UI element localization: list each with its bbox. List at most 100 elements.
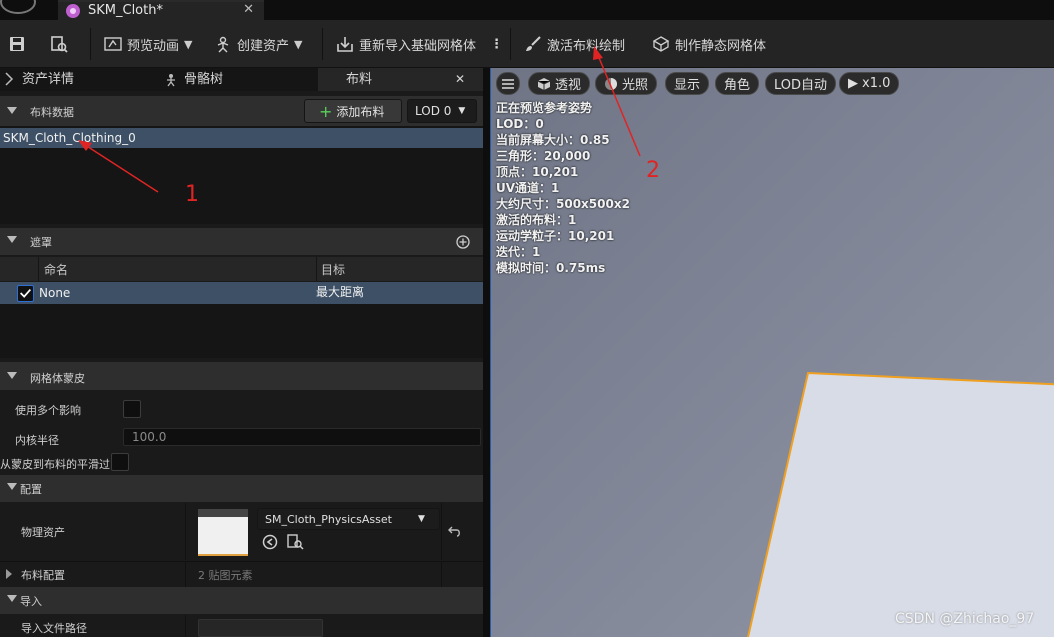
preview-animation-menu[interactable]: 预览动画 ▼ [104, 34, 192, 54]
lod-auto-label: LOD自动 [774, 78, 828, 93]
column-target-header[interactable]: 目标 [321, 261, 345, 278]
reset-arrow-icon[interactable] [448, 524, 462, 538]
lighting-button[interactable]: 光照 [595, 72, 658, 95]
cloth-config-label: 布料配置 [21, 569, 65, 582]
stats-line: 激活的布料：1 [496, 213, 577, 227]
import-title: 导入 [20, 595, 42, 608]
toolbar-divider [510, 28, 511, 60]
cloth-config-value: 2 贴图元素 [198, 569, 253, 582]
browse-button[interactable] [50, 34, 68, 54]
stats-line: 正在预览参考姿势 [496, 101, 593, 115]
create-asset-menu[interactable]: 创建资产 ▼ [214, 34, 302, 54]
use-selected-asset-icon[interactable] [262, 534, 278, 550]
make-static-mesh-button[interactable]: 制作静态网格体 [652, 34, 766, 54]
viewport-menu-button[interactable] [496, 72, 520, 95]
physics-asset-value: SM_Cloth_PhysicsAsset [265, 512, 392, 526]
mesh-skin-title: 网格体蒙皮 [30, 372, 85, 385]
masks-title: 遮罩 [30, 236, 52, 249]
smooth-skin-to-cloth-label: 从蒙皮到布料的平滑过 [0, 458, 110, 471]
close-icon[interactable]: ✕ [455, 68, 465, 91]
reimport-label: 重新导入基础网格体 [359, 38, 477, 54]
tab-cloth[interactable]: 布料 ✕ [318, 68, 483, 91]
lod-select[interactable]: LOD 0 ▼ [407, 99, 477, 123]
cloth-config-row[interactable]: 布料配置 2 贴图元素 [0, 561, 483, 587]
physics-asset-label: 物理资产 [21, 526, 65, 539]
masks-header[interactable]: 遮罩 [0, 228, 483, 255]
skeleton-icon [167, 74, 175, 87]
lod-auto-button[interactable]: LOD自动 [765, 72, 837, 95]
create-asset-label: 创建资产 [237, 38, 290, 54]
stats-line: 顶点：10,201 [496, 165, 579, 179]
viewport[interactable]: 透视 光照 显示 角色 LOD自动 ▶ x1.0 正在预览参考姿势 LOD：0 … [490, 68, 1054, 637]
kernel-radius-label: 内核半径 [15, 434, 59, 447]
title-tab-bar: SKM_Cloth* ✕ [0, 0, 1054, 20]
use-multiple-influences-checkbox[interactable] [123, 400, 141, 418]
column-divider [185, 503, 186, 560]
column-name-header[interactable]: 命名 [44, 261, 68, 278]
stats-line: 模拟时间：0.75ms [496, 261, 606, 275]
chevron-down-icon: ▼ [418, 514, 425, 524]
panel-tabs: 资产详情 骨骼树 布料 ✕ [0, 68, 483, 91]
save-button[interactable] [8, 34, 26, 54]
unreal-logo-icon[interactable] [0, 0, 36, 14]
tab-skeleton-tree[interactable]: 骨骼树 [184, 68, 223, 91]
stats-line: LOD：0 [496, 117, 544, 131]
paint-brush-icon [526, 36, 541, 51]
character-button[interactable]: 角色 [715, 72, 760, 95]
physics-asset-thumbnail[interactable] [198, 509, 248, 556]
stats-line: 迭代：1 [496, 245, 541, 259]
toolbar-divider [322, 28, 323, 60]
stats-line: 当前屏幕大小：0.85 [496, 133, 610, 147]
more-options-icon[interactable]: ⋮ [490, 34, 503, 54]
column-divider [185, 562, 186, 587]
chevron-down-icon: ▼ [184, 37, 193, 51]
column-divider [185, 615, 186, 637]
add-circle-icon[interactable] [456, 235, 470, 249]
thumbnail-strip [198, 509, 248, 517]
asset-tab[interactable]: SKM_Cloth* ✕ [58, 0, 264, 20]
perspective-button[interactable]: 透视 [528, 72, 591, 95]
smooth-skin-to-cloth-checkbox[interactable] [111, 453, 129, 471]
import-header[interactable]: 导入 [0, 587, 483, 614]
collapse-arrow-icon [7, 483, 17, 490]
column-divider [441, 503, 442, 560]
animation-icon [104, 37, 122, 51]
physics-asset-select[interactable]: SM_Cloth_PhysicsAsset ▼ [257, 508, 440, 530]
reimport-base-mesh-button[interactable]: 重新导入基础网格体 [336, 34, 476, 54]
column-divider [316, 257, 317, 281]
cloth-list-item[interactable]: SKM_Cloth_Clothing_0 [0, 128, 483, 148]
play-speed-button[interactable]: ▶ x1.0 [839, 72, 900, 95]
chevron-down-icon: ▼ [294, 37, 303, 51]
tab-asset-details[interactable]: 资产详情 [22, 68, 74, 91]
close-icon[interactable]: ✕ [243, 2, 254, 17]
browse-asset-icon[interactable] [287, 534, 304, 550]
cloth-data-header[interactable]: 布料数据 + 添加布料 LOD 0 ▼ [0, 96, 483, 126]
make-static-mesh-label: 制作静态网格体 [675, 38, 767, 54]
character-label: 角色 [724, 78, 751, 93]
config-header[interactable]: 配置 [0, 475, 483, 502]
annotation-label-1: 1 [185, 182, 199, 207]
import-path-label: 导入文件路径 [21, 622, 87, 635]
masks-list-empty [0, 304, 483, 358]
config-title: 配置 [20, 483, 42, 496]
mesh-skin-header[interactable]: 网格体蒙皮 [0, 362, 483, 390]
mask-name: None [39, 286, 71, 300]
cloth-data-title: 布料数据 [30, 106, 74, 119]
import-path-input[interactable] [198, 619, 323, 637]
chevron-down-icon: ▼ [458, 106, 466, 116]
activate-cloth-paint-button[interactable]: 激活布料绘制 [524, 34, 625, 54]
add-cloth-button[interactable]: + 添加布料 [304, 99, 402, 123]
stats-line: 运动学粒子：10,201 [496, 229, 615, 243]
mask-row[interactable]: None 最大距离 [0, 282, 483, 304]
viewport-stats: 正在预览参考姿势 LOD：0 当前屏幕大小：0.85 三角形：20,000 顶点… [496, 100, 630, 276]
details-icon [5, 72, 14, 86]
asset-tab-title: SKM_Cloth* [88, 3, 163, 18]
show-button[interactable]: 显示 [665, 72, 710, 95]
stats-line: UV通道：1 [496, 181, 560, 195]
play-speed-label: x1.0 [862, 76, 891, 91]
save-icon [10, 37, 24, 51]
mask-checkbox[interactable] [17, 285, 34, 302]
kernel-radius-input[interactable]: 100.0 [123, 428, 481, 446]
panel-splitter[interactable] [483, 68, 490, 637]
plus-icon: + [319, 101, 333, 121]
